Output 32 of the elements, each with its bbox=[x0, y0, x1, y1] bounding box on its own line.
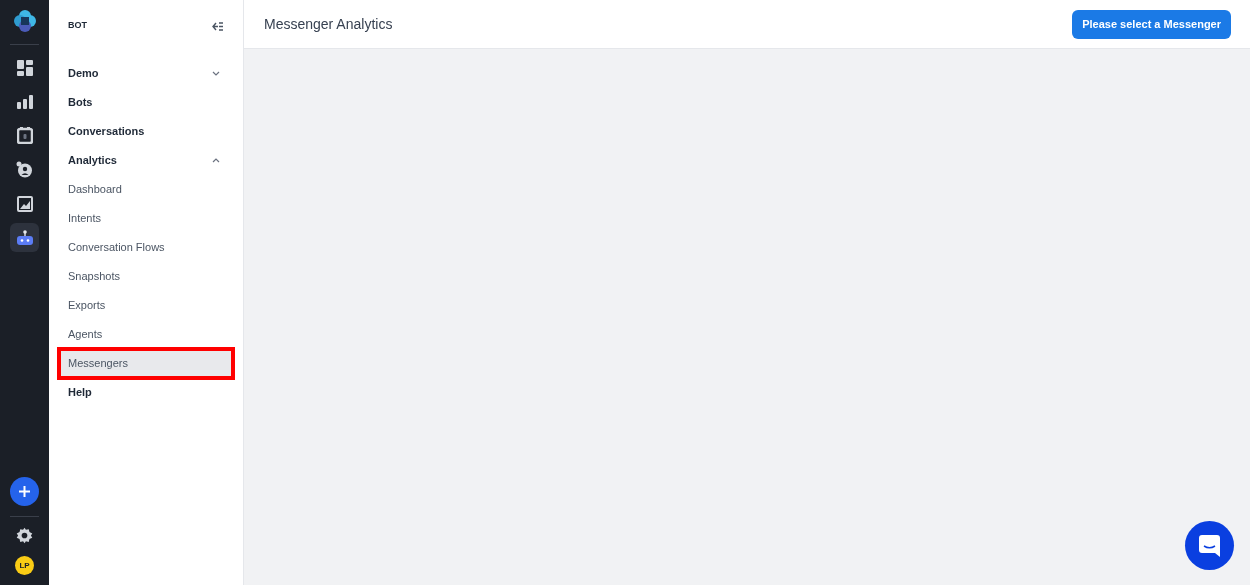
app-logo[interactable] bbox=[13, 10, 36, 32]
chevron-up-icon bbox=[212, 158, 220, 163]
dashboard-icon bbox=[16, 59, 33, 76]
chevron-down-icon bbox=[212, 71, 220, 76]
chat-icon bbox=[1199, 534, 1220, 557]
nav-group[interactable]: Demo bbox=[59, 59, 233, 88]
person-badge-icon bbox=[16, 161, 33, 178]
nav-item[interactable]: Snapshots bbox=[59, 262, 233, 291]
settings-icon[interactable] bbox=[16, 527, 33, 544]
rail-button[interactable] bbox=[10, 223, 39, 252]
nav-item[interactable]: Dashboard bbox=[59, 175, 233, 204]
bar-chart-icon bbox=[16, 94, 33, 109]
nav-group[interactable]: Bots bbox=[59, 88, 233, 117]
nav-group[interactable]: Conversations bbox=[59, 117, 233, 146]
calendar-icon bbox=[16, 127, 33, 144]
robot-icon bbox=[16, 230, 33, 245]
nav-item[interactable]: Agents bbox=[59, 320, 233, 349]
nav-item[interactable]: Messengers bbox=[59, 349, 233, 378]
nav-item[interactable]: Conversation Flows bbox=[59, 233, 233, 262]
add-button[interactable] bbox=[10, 477, 39, 506]
page-title: Messenger Analytics bbox=[264, 14, 393, 34]
user-avatar[interactable]: LP bbox=[15, 556, 34, 575]
nav-group[interactable]: Help bbox=[59, 378, 233, 407]
nav-item[interactable]: Exports bbox=[59, 291, 233, 320]
sidebar-title: BOT bbox=[68, 19, 87, 33]
chat-launcher-button[interactable] bbox=[1185, 521, 1234, 570]
collapse-icon[interactable] bbox=[212, 21, 223, 31]
image-icon bbox=[16, 195, 33, 212]
plus-icon bbox=[19, 486, 30, 497]
select-messenger-button[interactable]: Please select a Messenger bbox=[1072, 9, 1231, 39]
nav-item[interactable]: Intents bbox=[59, 204, 233, 233]
nav-group[interactable]: Analytics bbox=[59, 146, 233, 175]
